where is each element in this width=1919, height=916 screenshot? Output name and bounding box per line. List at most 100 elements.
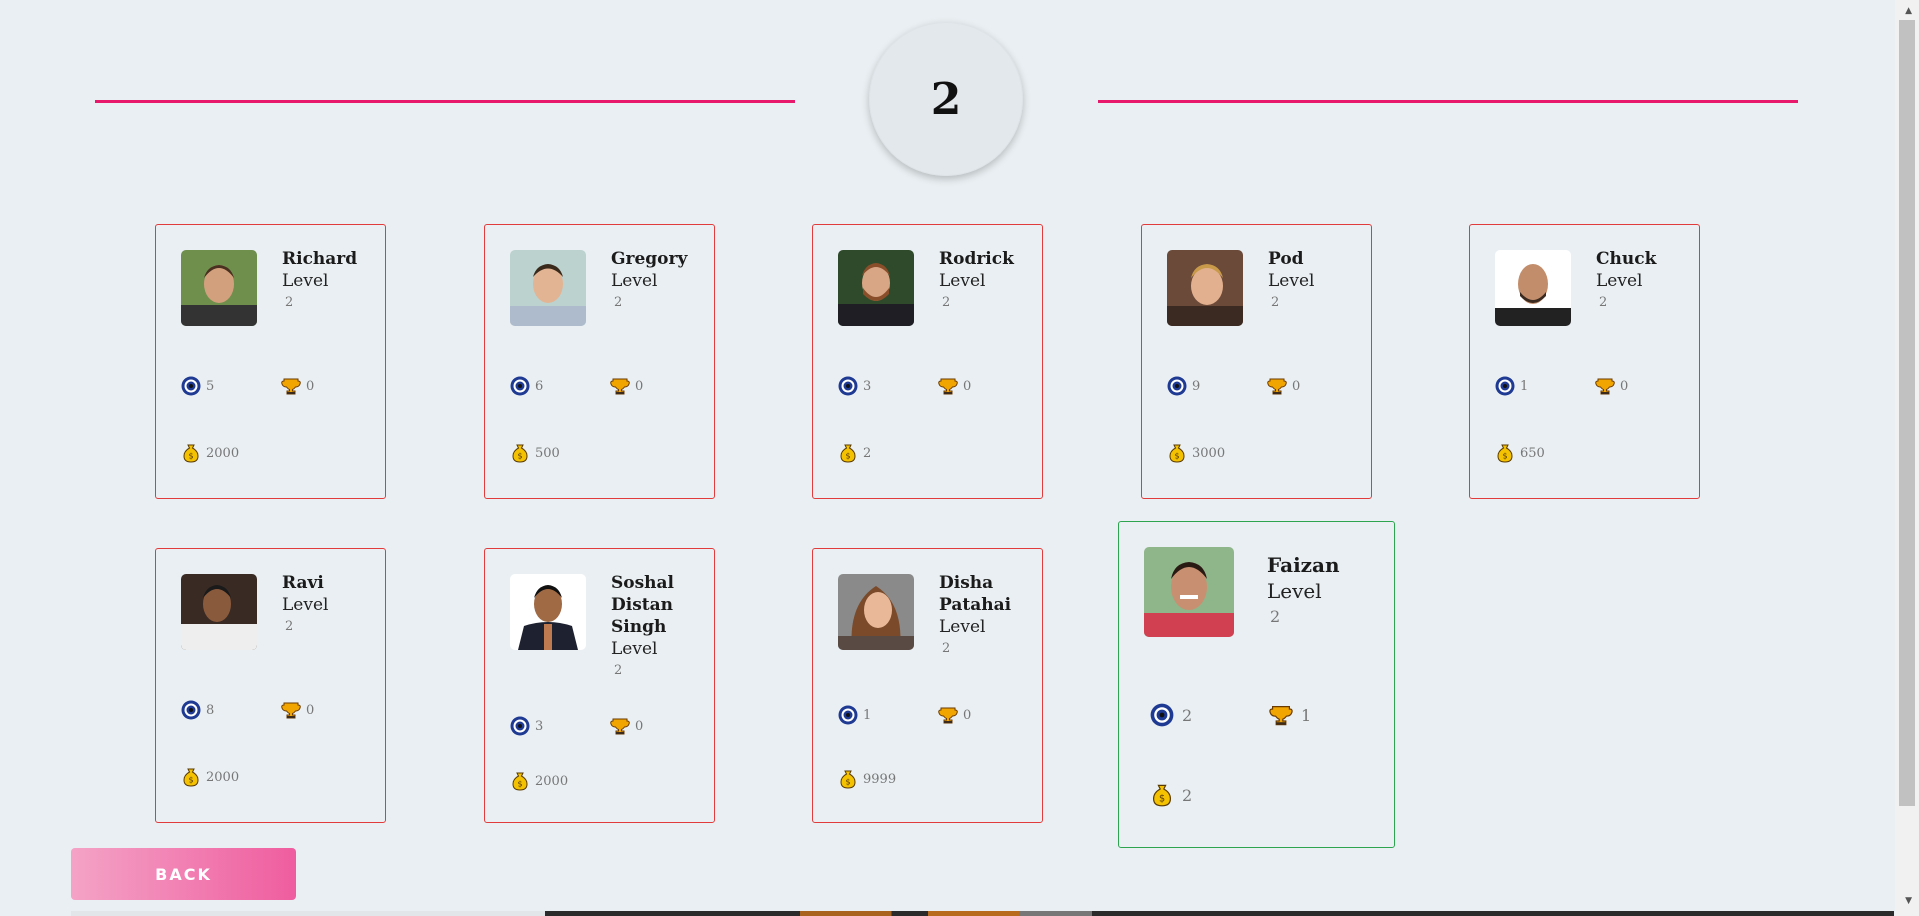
coins-stat: 2000 — [510, 771, 568, 791]
trophy-stat: 0 — [281, 700, 314, 720]
player-card-disha-patahai[interactable]: Disha Patahai Level 2 1 0 9999 — [812, 548, 1043, 823]
trophy-icon — [281, 376, 301, 396]
player-level: 2 — [285, 295, 294, 310]
target-count: 5 — [206, 378, 215, 394]
avatar — [1495, 250, 1571, 326]
trophy-count: 0 — [306, 378, 315, 394]
money-bag-icon — [838, 769, 858, 789]
divider-left — [95, 100, 795, 103]
level-label: Level — [282, 271, 329, 291]
avatar — [838, 574, 914, 650]
player-level: 2 — [1599, 295, 1608, 310]
money-bag-icon — [510, 443, 530, 463]
player-level: 2 — [614, 295, 623, 310]
player-card-richard[interactable]: Richard Level 2 5 0 2000 — [155, 224, 386, 499]
money-bag-icon — [181, 767, 201, 787]
level-label: Level — [939, 271, 986, 291]
back-button[interactable]: BACK — [71, 848, 296, 900]
level-label: Level — [1267, 579, 1322, 603]
trophy-stat: 0 — [610, 716, 643, 736]
player-card-gregory[interactable]: Gregory Level 2 6 0 500 — [484, 224, 715, 499]
coins-count: 2000 — [535, 773, 569, 789]
target-icon — [510, 376, 530, 396]
target-icon — [1495, 376, 1515, 396]
trophy-stat: 0 — [1595, 376, 1628, 396]
target-stat: 3 — [838, 376, 871, 396]
player-name: Disha Patahai — [939, 573, 1012, 615]
trophy-icon — [938, 376, 958, 396]
coins-count: 650 — [1520, 445, 1545, 461]
target-icon — [1167, 376, 1187, 396]
player-card-rodrick[interactable]: Rodrick Level 2 3 0 2 — [812, 224, 1043, 499]
vertical-scrollbar[interactable]: ▲ ▼ — [1895, 0, 1919, 916]
trophy-stat: 0 — [281, 376, 314, 396]
coins-stat: 2000 — [181, 443, 239, 463]
target-icon — [510, 716, 530, 736]
trophy-count: 0 — [306, 702, 315, 718]
target-stat: 5 — [181, 376, 214, 396]
player-name: Soshal Distan Singh — [611, 573, 675, 637]
target-count: 9 — [1192, 378, 1201, 394]
level-label: Level — [1268, 271, 1315, 291]
scroll-up-arrow-icon[interactable]: ▲ — [1905, 6, 1912, 16]
trophy-stat: 1 — [1269, 703, 1311, 727]
money-bag-icon — [1150, 783, 1174, 807]
trophy-stat: 0 — [610, 376, 643, 396]
coins-count: 3000 — [1192, 445, 1226, 461]
trophy-icon — [1267, 376, 1287, 396]
coins-count: 2 — [863, 445, 872, 461]
level-label: Level — [611, 271, 658, 291]
player-level: 2 — [942, 641, 951, 656]
coins-stat: 2 — [838, 443, 871, 463]
scrollbar-thumb[interactable] — [1899, 20, 1915, 806]
money-bag-icon — [181, 443, 201, 463]
trophy-icon — [1269, 703, 1293, 727]
target-icon — [181, 700, 201, 720]
coins-count: 2 — [1182, 785, 1193, 805]
level-label: Level — [939, 617, 986, 637]
trophy-stat: 0 — [938, 705, 971, 725]
coins-count: 500 — [535, 445, 560, 461]
level-badge: 2 — [869, 22, 1023, 176]
avatar — [510, 574, 586, 650]
player-level: 2 — [285, 619, 294, 634]
money-bag-icon — [510, 771, 530, 791]
trophy-count: 0 — [963, 707, 972, 723]
target-count: 3 — [535, 718, 544, 734]
target-count: 6 — [535, 378, 544, 394]
trophy-count: 0 — [963, 378, 972, 394]
coins-count: 9999 — [863, 771, 897, 787]
player-level: 2 — [1271, 295, 1280, 310]
coins-stat: 3000 — [1167, 443, 1225, 463]
coins-stat: 500 — [510, 443, 560, 463]
coins-stat: 2 — [1150, 783, 1192, 807]
target-count: 1 — [863, 707, 872, 723]
player-card-soshal-distan-singh[interactable]: Soshal Distan Singh Level 2 3 0 2000 — [484, 548, 715, 823]
level-number: 2 — [930, 73, 962, 125]
player-card-faizan[interactable]: Faizan Level 2 2 1 2 — [1118, 521, 1395, 848]
player-level: 2 — [614, 663, 623, 678]
bottom-edge-strip — [71, 911, 1894, 916]
trophy-count: 1 — [1301, 705, 1312, 725]
avatar — [181, 250, 257, 326]
coins-stat: 2000 — [181, 767, 239, 787]
player-level: 2 — [942, 295, 951, 310]
scroll-down-arrow-icon[interactable]: ▼ — [1905, 896, 1912, 906]
target-stat: 3 — [510, 716, 543, 736]
money-bag-icon — [1495, 443, 1515, 463]
target-stat: 2 — [1150, 703, 1192, 727]
target-icon — [838, 376, 858, 396]
player-name: Richard — [282, 249, 358, 269]
target-stat: 8 — [181, 700, 214, 720]
level-label: Level — [1596, 271, 1643, 291]
player-card-chuck[interactable]: Chuck Level 2 1 0 650 — [1469, 224, 1700, 499]
money-bag-icon — [1167, 443, 1187, 463]
trophy-icon — [610, 376, 630, 396]
target-count: 1 — [1520, 378, 1529, 394]
trophy-icon — [1595, 376, 1615, 396]
player-card-ravi[interactable]: Ravi Level 2 8 0 2000 — [155, 548, 386, 823]
player-card-pod[interactable]: Pod Level 2 9 0 3000 — [1141, 224, 1372, 499]
divider-right — [1098, 100, 1798, 103]
target-stat: 1 — [1495, 376, 1528, 396]
avatar — [1144, 547, 1234, 637]
